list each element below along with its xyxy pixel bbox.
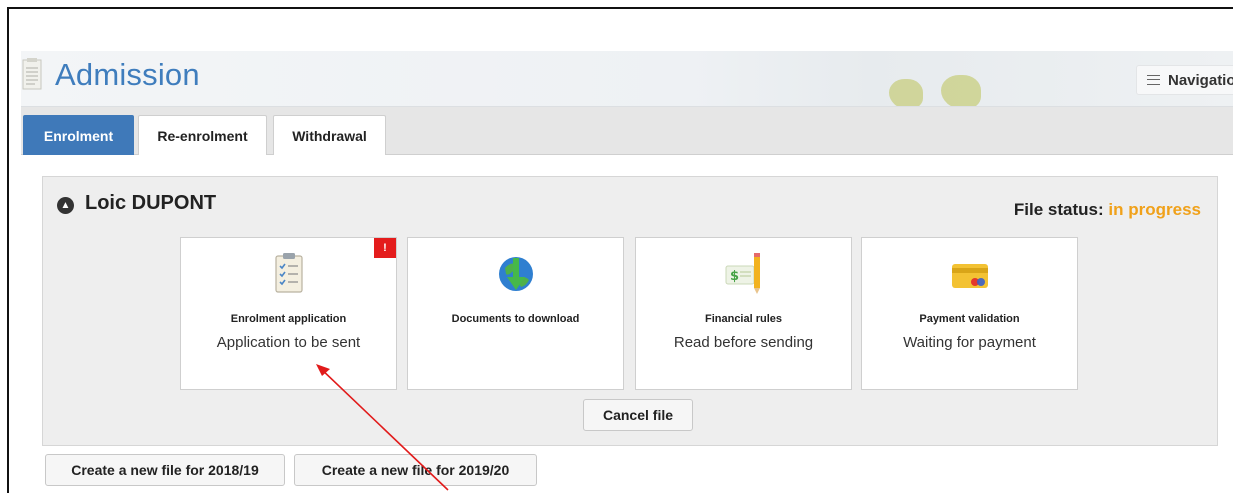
page-title: Admission [55, 57, 200, 92]
collapse-chevron-icon[interactable]: ▲ [57, 197, 74, 214]
card-subtitle: Read before sending [673, 334, 814, 351]
card-title: Enrolment application [230, 313, 347, 325]
globe-download-icon [498, 257, 533, 291]
navigation-label: Navigation [1168, 71, 1233, 89]
file-panel: ▲ Loic DUPONT File status: in progress !… [42, 176, 1218, 446]
file-status-value: in progress [1108, 200, 1201, 219]
tab-withdrawal[interactable]: Withdrawal [273, 115, 386, 155]
card-title: Documents to download [451, 313, 580, 325]
card-subtitle: Application to be sent [216, 334, 361, 351]
card-financial-rules[interactable]: $ Financial rules Read before sending [635, 237, 852, 390]
notepad-icon [22, 58, 42, 90]
money-pencil-icon: $ [725, 253, 760, 294]
tab-bar: Enrolment Re-enrolment Withdrawal [21, 107, 1233, 155]
alert-badge: ! [374, 238, 396, 258]
cancel-file-button[interactable]: Cancel file [583, 399, 693, 431]
person-name: Loic DUPONT [85, 192, 217, 214]
svg-text:$: $ [730, 269, 739, 284]
card-enrolment-application[interactable]: ! Enrolment application Application to b… [180, 237, 397, 390]
credit-card-icon [951, 264, 988, 288]
card-subtitle: Waiting for payment [903, 334, 1036, 351]
tab-enrolment[interactable]: Enrolment [23, 115, 134, 155]
file-status-label: File status: [1013, 200, 1104, 219]
card-documents-to-download[interactable]: Documents to download [407, 237, 624, 390]
checklist-icon [274, 253, 303, 293]
file-status: File status: in progress [1014, 200, 1201, 220]
tab-re-enrolment[interactable]: Re-enrolment [138, 115, 267, 155]
page-header: Admission Navigation [21, 51, 1233, 107]
card-title: Payment validation [919, 313, 1020, 325]
card-payment-validation[interactable]: Payment validation Waiting for payment [861, 237, 1078, 390]
create-file-2019-button[interactable]: Create a new file for 2019/20 [294, 454, 537, 486]
navigation-button[interactable]: Navigation [1136, 65, 1233, 95]
header-decoration [881, 73, 1001, 106]
hamburger-menu-icon [1147, 75, 1160, 85]
create-file-2018-button[interactable]: Create a new file for 2018/19 [45, 454, 285, 486]
card-title: Financial rules [704, 313, 783, 325]
app-frame: Admission Navigation Enrolment Re-enrolm… [7, 7, 1233, 493]
